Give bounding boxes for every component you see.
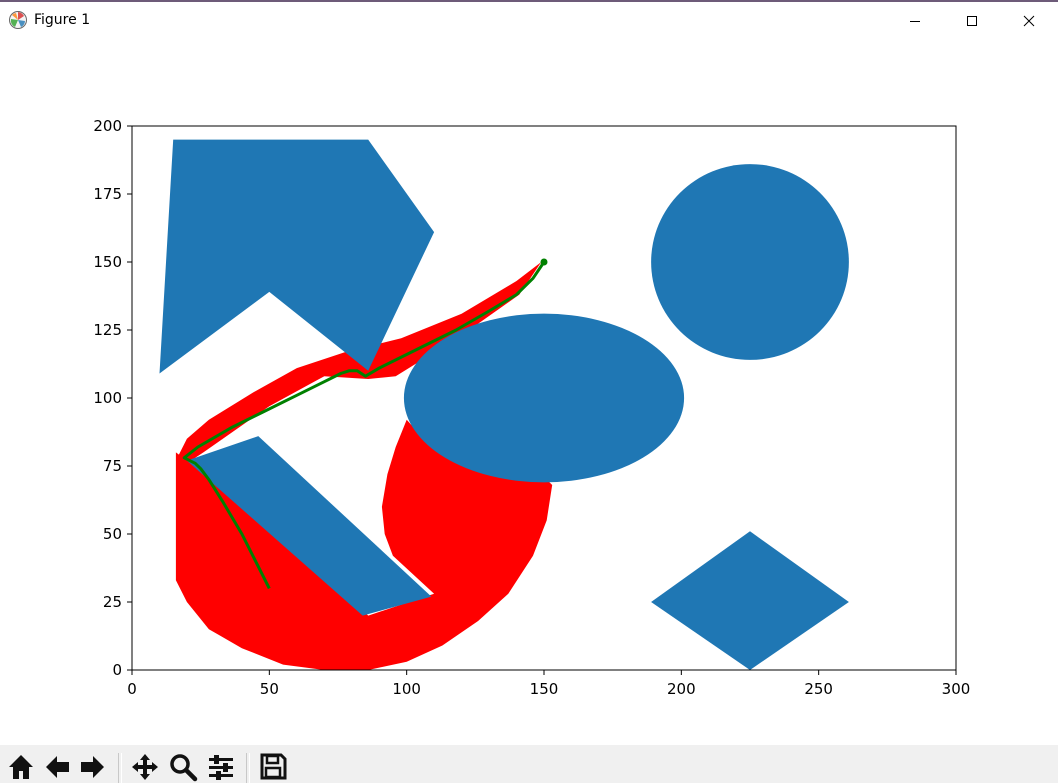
y-tick-label: 25 <box>103 593 122 611</box>
zoom-button[interactable] <box>168 752 198 782</box>
x-tick-label: 0 <box>127 680 137 698</box>
minimize-icon <box>909 12 921 31</box>
plot-area[interactable]: 0 50 100 150 200 250 300 0 25 50 75 100 125 150 175 200 <box>0 40 1058 745</box>
matplotlib-icon[interactable] <box>8 10 28 30</box>
home-icon <box>7 752 35 783</box>
configure-subplots-button[interactable] <box>206 752 236 782</box>
x-tick-label: 250 <box>804 680 833 698</box>
zoom-icon <box>168 752 198 783</box>
obstacle-circle-2 <box>651 164 849 360</box>
save-button[interactable] <box>258 752 288 782</box>
title-bar: Figure 1 <box>0 2 1058 40</box>
window-title: Figure 1 <box>34 12 91 28</box>
save-icon <box>259 752 287 783</box>
pan-icon <box>130 752 160 783</box>
obstacle-polygon-1 <box>159 139 435 374</box>
obstacle-ellipse-3 <box>403 313 685 483</box>
x-tick-label: 50 <box>260 680 279 698</box>
y-tick-label: 50 <box>103 525 122 543</box>
back-arrow-icon <box>43 752 71 783</box>
home-button[interactable] <box>6 752 36 782</box>
figure-canvas[interactable]: 0 50 100 150 200 250 300 0 25 50 75 100 125 150 175 200 <box>0 40 1058 745</box>
close-icon <box>1023 12 1035 31</box>
obstacle-polygon-5 <box>651 531 849 670</box>
path-marker-1 <box>540 258 548 266</box>
close-button[interactable] <box>1000 2 1058 40</box>
figure-window: Figure 1 0 50 100 150 200 250 300 0 25 50 75 100 125… <box>0 0 1058 783</box>
configure-subplots-icon <box>206 752 236 783</box>
y-tick-label: 100 <box>93 389 122 407</box>
pan-button[interactable] <box>130 752 160 782</box>
maximize-button[interactable] <box>943 2 1001 40</box>
toolbar-separator <box>246 753 250 783</box>
forward-arrow-icon <box>79 752 107 783</box>
x-tick-label: 150 <box>530 680 559 698</box>
x-tick-label: 300 <box>942 680 971 698</box>
toolbar-separator <box>118 753 122 783</box>
navigation-toolbar <box>0 745 1058 783</box>
minimize-button[interactable] <box>886 2 944 40</box>
maximize-icon <box>966 12 978 31</box>
x-tick-label: 100 <box>392 680 421 698</box>
y-tick-label: 150 <box>93 253 122 271</box>
y-tick-label: 0 <box>112 661 122 679</box>
y-tick-label: 75 <box>103 457 122 475</box>
back-button[interactable] <box>42 752 72 782</box>
y-tick-label: 175 <box>93 185 122 203</box>
x-tick-label: 200 <box>667 680 696 698</box>
y-tick-label: 125 <box>93 321 122 339</box>
y-tick-label: 200 <box>93 117 122 135</box>
forward-button[interactable] <box>78 752 108 782</box>
